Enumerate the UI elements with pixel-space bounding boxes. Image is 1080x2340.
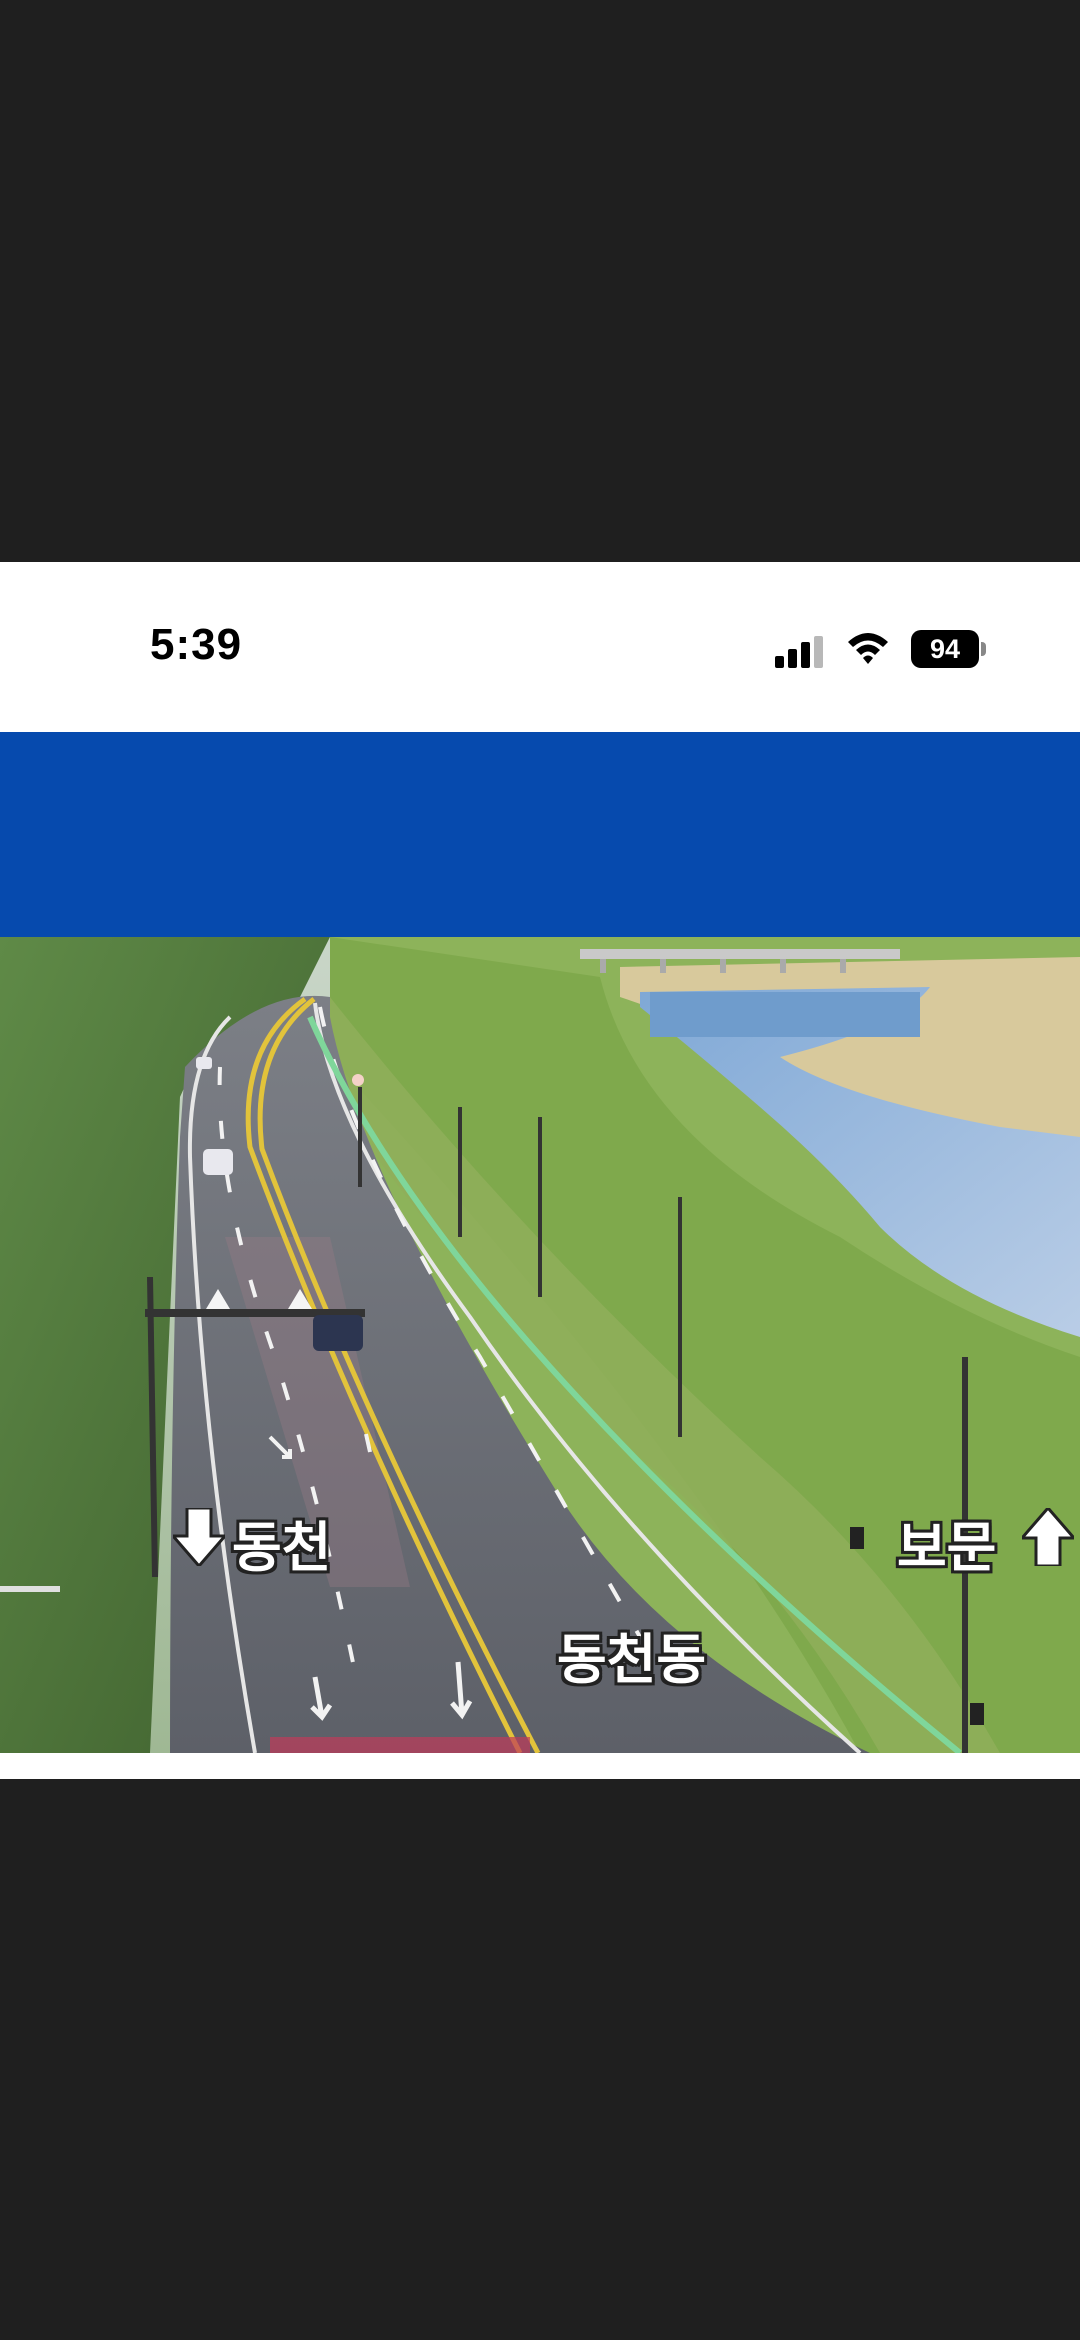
road-scene [0, 937, 1080, 1753]
label-dongcheon: 동천 [232, 1516, 332, 1579]
label-dongcheon-dong: 동천동 [557, 1628, 707, 1691]
blue-header-band [0, 732, 1080, 937]
wifi-icon [848, 633, 888, 664]
status-bar: 5:39 94 [0, 562, 1080, 732]
video-bottom-border [0, 1753, 1080, 1779]
battery-tip [981, 642, 986, 656]
cctv-video-frame[interactable]: 동천 보문 동천동 [0, 937, 1080, 1753]
label-bomun: 보문 [897, 1516, 997, 1579]
bottom-dark-area [0, 1779, 1080, 2340]
battery-level: 94 [911, 630, 979, 668]
cellular-signal-icon [775, 636, 823, 668]
top-dark-area [0, 0, 1080, 562]
status-time: 5:39 [150, 620, 243, 669]
arrow-down-icon [173, 1508, 225, 1566]
arrow-up-icon [1022, 1508, 1074, 1566]
battery-icon: 94 [911, 630, 987, 668]
